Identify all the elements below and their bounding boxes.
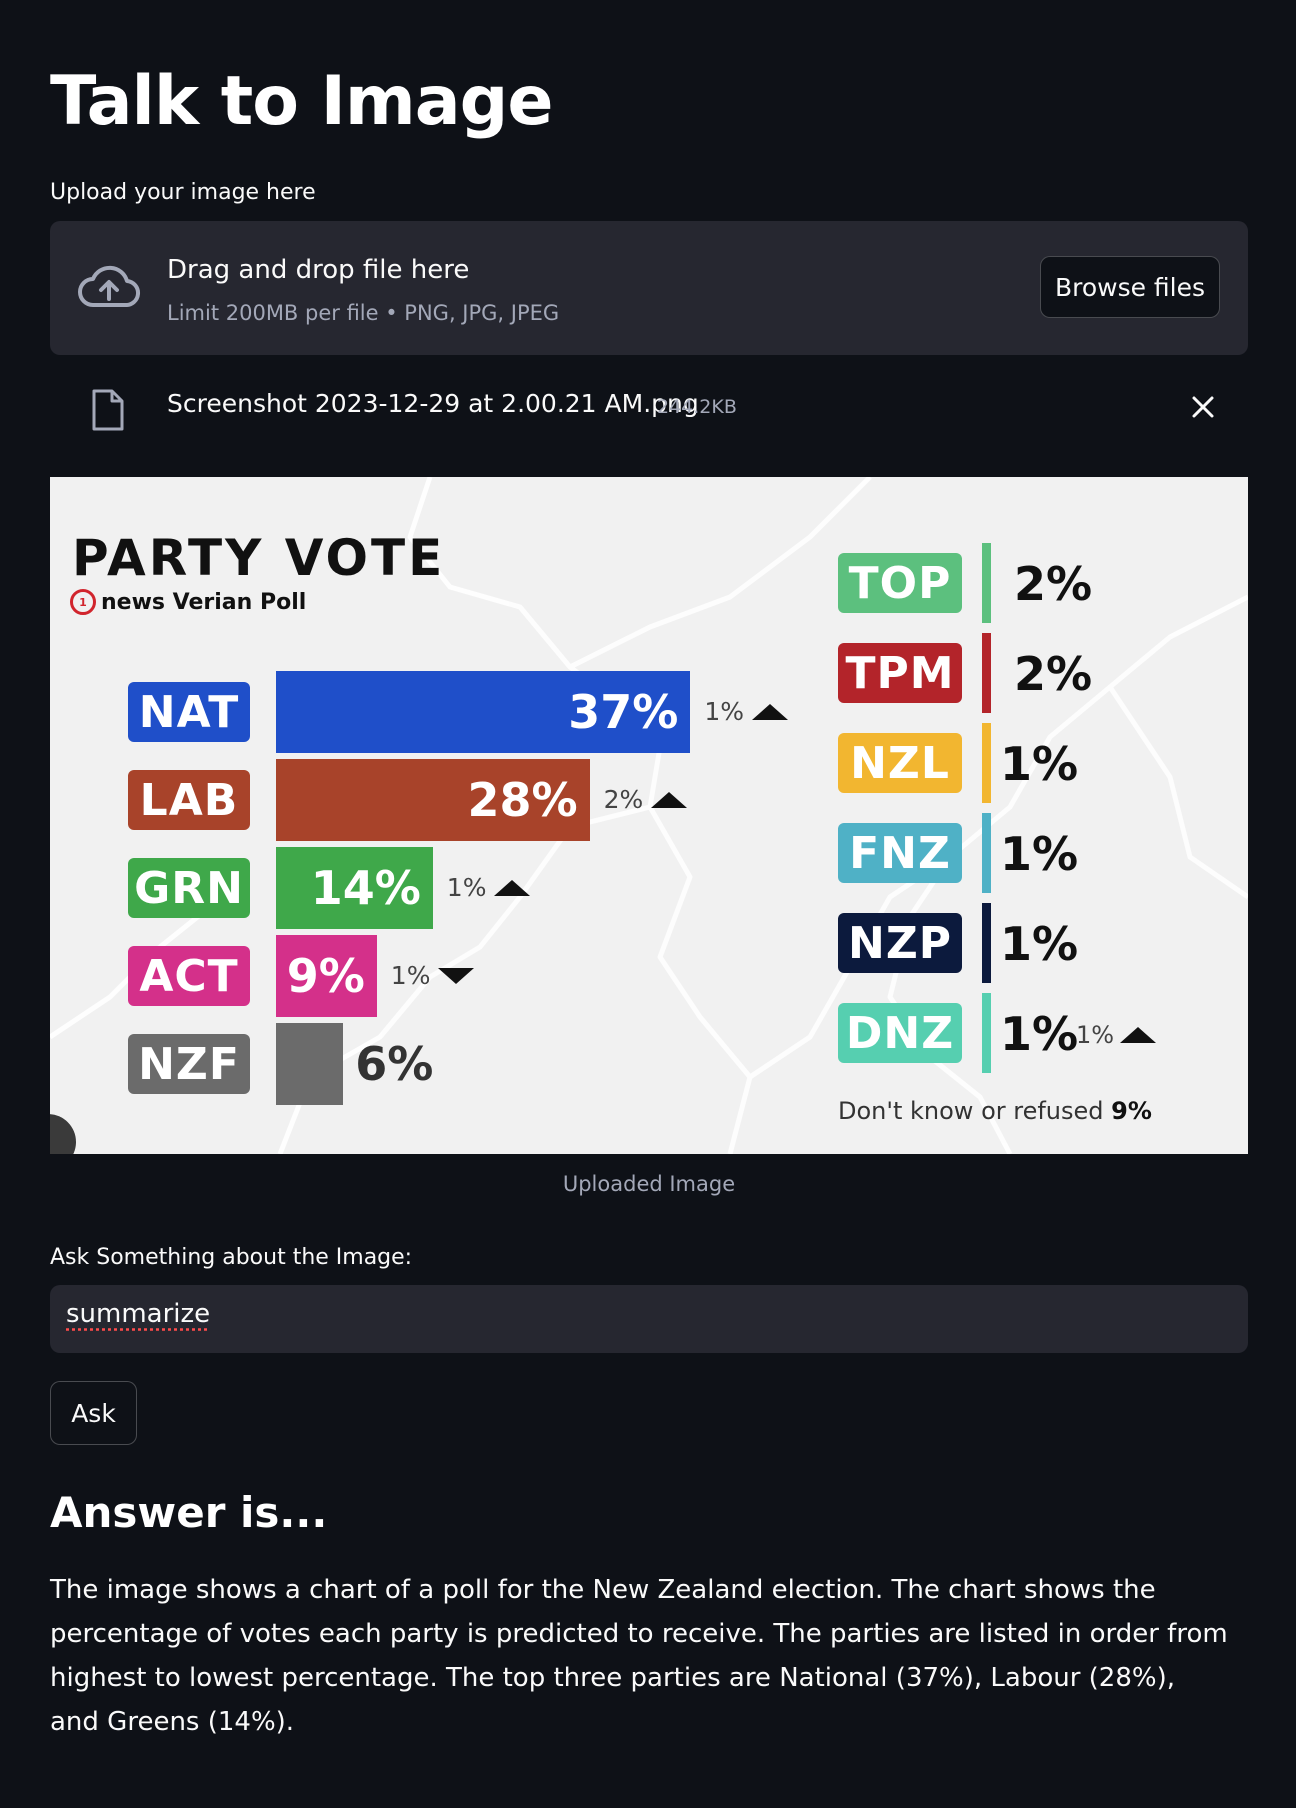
party-tag-tpm: TPM [838,643,962,703]
party-tag-nzp: NZP [838,913,962,973]
bar-dnz [982,993,991,1073]
change-nat: 1% [704,697,789,726]
change-act: 1% [391,961,475,990]
bar-label-nzp: 1% [1000,917,1079,971]
uploaded-image-chart: PARTY VOTE 1 news Verian Poll NAT 37% 1% LA… [50,477,1248,1154]
close-icon[interactable] [1190,394,1216,420]
bar-top [982,543,991,623]
bar-nzf [276,1023,344,1105]
uploaded-file-name: Screenshot 2023-12-29 at 2.00.21 AM.png [167,389,699,418]
chart-subtitle-text: news Verian Poll [101,589,307,615]
change-dnz: 1% [1076,1021,1157,1049]
arrow-up-icon [651,791,688,808]
answer-text: The image shows a chart of a poll for th… [50,1575,1228,1737]
upload-label: Upload your image here [50,180,316,205]
file-icon [92,389,124,431]
dont-know-footnote: Don't know or refused 9% [838,1097,1152,1125]
uploaded-file-size: 244.2KB [657,396,737,418]
change-value: 1% [446,873,487,902]
change-value: 1% [1076,1021,1115,1049]
question-label: Ask Something about the Image: [50,1245,413,1270]
arrow-up-icon [752,703,789,720]
bar-label-nat: 37% [568,685,679,739]
change-lab: 2% [604,785,688,814]
arrow-up-icon [1120,1027,1157,1043]
change-value: 1% [390,961,431,990]
party-tag-grn: GRN [128,858,250,918]
bar-fnz [982,813,991,893]
file-dropzone[interactable]: Drag and drop file here Limit 200MB per … [50,221,1248,355]
news-logo-icon: 1 [70,589,96,615]
party-tag-lab: LAB [128,770,250,830]
party-tag-act: ACT [128,946,250,1006]
arrow-down-icon [438,967,475,984]
party-tag-dnz: DNZ [838,1003,962,1063]
change-grn: 1% [447,873,531,902]
dropzone-limit-text: Limit 200MB per file • PNG, JPG, JPEG [167,301,560,325]
page-title: Talk to Image [50,62,553,141]
bar-label-act: 9% [286,949,365,1003]
chart-title: PARTY VOTE [72,529,446,587]
bar-label-fnz: 1% [1000,827,1079,881]
party-tag-nat: NAT [128,682,250,742]
party-tag-fnz: FNZ [838,823,962,883]
party-tag-nzl: NZL [838,733,962,793]
change-value: 2% [603,785,644,814]
bar-label-dnz: 1% [1000,1007,1079,1061]
party-tag-nzf: NZF [128,1034,250,1094]
party-tag-top: TOP [838,553,962,613]
bar-tpm [982,633,991,713]
change-value: 1% [704,697,745,726]
question-input[interactable]: summarize [50,1285,1248,1353]
answer-heading: Answer is... [50,1488,328,1537]
image-caption: Uploaded Image [562,1172,736,1196]
bar-label-lab: 28% [467,773,578,827]
bar-label-grn: 14% [310,861,421,915]
arrow-up-icon [494,879,531,896]
bar-label-nzf: 6% [355,1037,434,1091]
bar-label-nzl: 1% [1000,737,1079,791]
dropzone-text: Drag and drop file here [167,255,470,285]
question-input-value: summarize [66,1299,211,1329]
cloud-upload-icon [78,265,140,308]
bar-nzp [982,903,991,983]
bar-nzl [982,723,991,803]
bar-label-tpm: 2% [1014,647,1093,701]
ask-button[interactable]: Ask [50,1381,137,1445]
bar-label-top: 2% [1014,557,1093,611]
chart-subtitle: 1 news Verian Poll [70,589,306,615]
browse-files-button[interactable]: Browse files [1040,256,1220,318]
